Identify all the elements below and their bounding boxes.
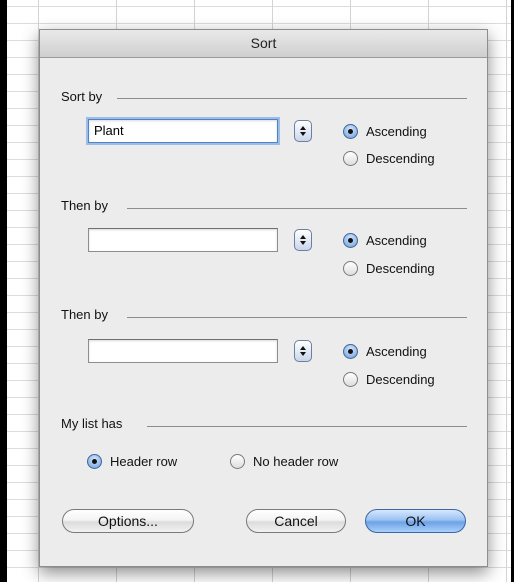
then-by-1-ascending-radio[interactable]: Ascending	[343, 230, 427, 250]
my-list-has-divider	[147, 426, 467, 427]
my-list-has-label: My list has	[61, 416, 123, 431]
up-down-arrows-icon	[300, 126, 306, 136]
then-by-divider-1	[127, 208, 467, 209]
radio-label: Ascending	[366, 232, 427, 248]
ok-button[interactable]: OK	[365, 509, 466, 533]
then-by-label-1: Then by	[61, 198, 108, 213]
sort-by-ascending-radio[interactable]: Ascending	[343, 121, 427, 141]
radio-label: Descending	[366, 371, 435, 387]
sort-by-label: Sort by	[61, 89, 103, 104]
sort-by-descending-radio[interactable]: Descending	[343, 148, 435, 168]
radio-selected-icon	[343, 123, 358, 139]
radio-label: Header row	[110, 453, 178, 469]
sort-by-stepper[interactable]	[294, 120, 312, 142]
radio-unselected-icon	[343, 150, 358, 166]
cancel-button[interactable]: Cancel	[246, 509, 346, 533]
up-down-arrows-icon	[300, 346, 306, 356]
radio-selected-icon	[87, 453, 102, 469]
radio-unselected-icon	[343, 371, 358, 387]
radio-unselected-icon	[230, 453, 245, 469]
then-by-label-2: Then by	[61, 307, 108, 322]
header-row-radio[interactable]: Header row	[87, 451, 177, 471]
then-by-1-descending-radio[interactable]: Descending	[343, 258, 435, 278]
radio-selected-icon	[343, 343, 358, 359]
radio-unselected-icon	[343, 260, 358, 276]
sort-dialog: Sort Sort by Plant Ascending Descending …	[39, 29, 488, 567]
then-by-field-1[interactable]	[88, 228, 278, 252]
then-by-stepper-2[interactable]	[294, 340, 312, 362]
then-by-2-descending-radio[interactable]: Descending	[343, 369, 435, 389]
then-by-stepper-1[interactable]	[294, 229, 312, 251]
no-header-row-radio[interactable]: No header row	[230, 451, 338, 471]
radio-selected-icon	[343, 232, 358, 248]
radio-label: Ascending	[366, 123, 427, 139]
then-by-2-ascending-radio[interactable]: Ascending	[343, 341, 427, 361]
radio-label: Ascending	[366, 343, 427, 359]
radio-label: Descending	[366, 150, 435, 166]
then-by-divider-2	[127, 317, 467, 318]
up-down-arrows-icon	[300, 235, 306, 245]
radio-label: Descending	[366, 260, 435, 276]
then-by-field-2[interactable]	[88, 339, 278, 363]
radio-label: No header row	[253, 453, 339, 469]
sort-by-field[interactable]: Plant	[88, 119, 278, 143]
window-edge-left	[0, 0, 7, 582]
options-button[interactable]: Options...	[62, 509, 194, 533]
sort-by-divider	[117, 98, 467, 99]
dialog-title: Sort	[40, 30, 487, 58]
